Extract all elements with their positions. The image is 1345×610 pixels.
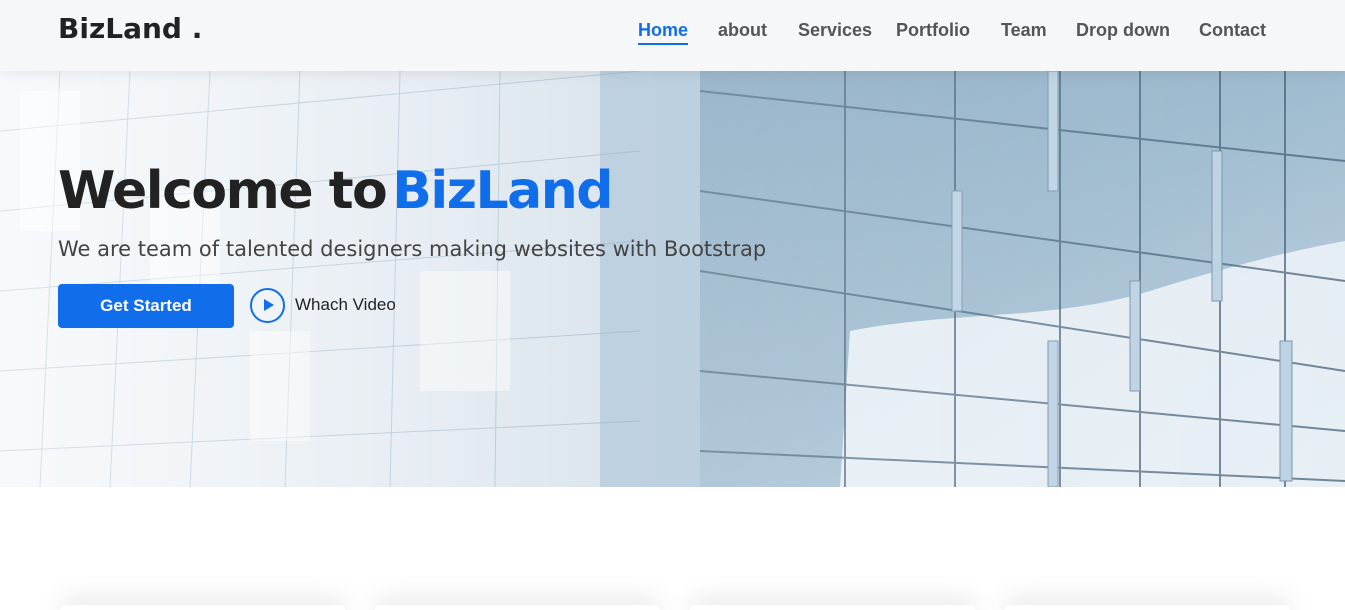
featured-services-section <box>0 487 1345 610</box>
hero-title-brand: BizLand <box>392 161 613 221</box>
play-circle-icon[interactable] <box>250 287 285 323</box>
hero-title: Welcome to BizLand <box>58 161 613 221</box>
service-card <box>690 605 975 610</box>
hero-title-welcome: Welcome to <box>58 161 388 221</box>
nav-home[interactable]: Home <box>638 20 688 41</box>
nav-dropdown[interactable]: Drop down <box>1076 20 1170 41</box>
nav-active-underline <box>638 43 688 45</box>
nav-contact[interactable]: Contact <box>1199 20 1266 41</box>
nav-portfolio[interactable]: Portfolio <box>896 20 970 41</box>
hero-overlay <box>0 71 1345 487</box>
watch-video-link[interactable]: Whach Video <box>250 285 396 325</box>
service-card <box>1005 605 1290 610</box>
nav-team[interactable]: Team <box>1001 20 1047 41</box>
watch-video-label[interactable]: Whach Video <box>295 295 396 315</box>
site-header: BizLand . Home about Services Portfolio … <box>0 0 1345 71</box>
service-card <box>375 605 660 610</box>
hero-subtitle: We are team of talented designers making… <box>58 237 767 261</box>
brand-logo[interactable]: BizLand . <box>58 12 202 45</box>
nav-services[interactable]: Services <box>798 20 872 41</box>
get-started-button[interactable]: Get Started <box>58 284 234 328</box>
service-card <box>60 605 345 610</box>
hero-section: Welcome to BizLand We are team of talente… <box>0 71 1345 487</box>
nav-about[interactable]: about <box>718 20 767 41</box>
